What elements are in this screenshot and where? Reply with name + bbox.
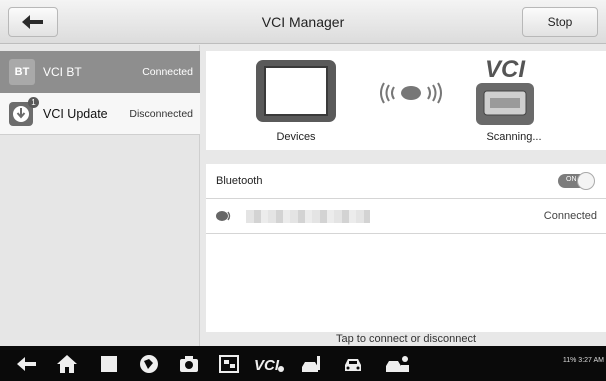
device-status: Connected bbox=[543, 210, 597, 222]
bluetooth-device-row[interactable]: Connected bbox=[206, 199, 606, 234]
scanning-label: Scanning... bbox=[486, 131, 542, 143]
devices-label: Devices bbox=[276, 131, 316, 143]
vci-device-icon: VCI bbox=[476, 56, 534, 125]
page-title: VCI Manager bbox=[261, 14, 345, 30]
sidebar-item-status: Connected bbox=[142, 66, 193, 78]
device-name-redacted bbox=[246, 210, 370, 223]
wireless-signal-icon bbox=[380, 82, 442, 104]
bluetooth-toggle[interactable]: ON bbox=[558, 172, 595, 190]
bt-badge: BT bbox=[9, 59, 35, 85]
bluetooth-label: Bluetooth bbox=[216, 175, 263, 187]
diagnostics-icon[interactable] bbox=[300, 353, 322, 375]
browser-icon[interactable] bbox=[138, 353, 160, 375]
stop-button[interactable]: Stop bbox=[522, 7, 598, 37]
sidebar-item-vci-bt[interactable]: BT VCI BT Connected bbox=[0, 51, 200, 93]
status-bar-info: 11% 3:27 AM bbox=[562, 357, 604, 364]
tablet-device-icon bbox=[256, 60, 336, 122]
car-icon[interactable] bbox=[342, 353, 364, 375]
system-navigation-bar: VCI 11% 3:27 AM bbox=[0, 346, 606, 381]
toggle-knob bbox=[577, 172, 595, 190]
bluetooth-row: Bluetooth ON bbox=[206, 164, 606, 199]
service-car-icon[interactable] bbox=[384, 353, 410, 375]
notification-badge: 1 bbox=[28, 97, 39, 108]
camera-icon[interactable] bbox=[178, 353, 200, 375]
home-icon[interactable] bbox=[56, 353, 78, 375]
sidebar-item-label: VCI Update bbox=[43, 106, 108, 121]
vci-text: VCI bbox=[485, 56, 526, 83]
vci-icon[interactable]: VCI bbox=[254, 353, 284, 375]
bluetooth-signal-icon bbox=[216, 211, 231, 221]
sidebar-item-vci-update[interactable]: 1 VCI Update Disconnected bbox=[0, 93, 200, 135]
screenshot-icon[interactable] bbox=[218, 353, 240, 375]
sidebar-item-status: Disconnected bbox=[129, 107, 193, 120]
toggle-text: ON bbox=[566, 176, 577, 183]
back-icon[interactable] bbox=[16, 353, 38, 375]
connection-panel: Devices VCI Scanning... bbox=[206, 51, 606, 150]
bluetooth-panel: Bluetooth ON Connected bbox=[206, 164, 606, 332]
hint-text: Tap to connect or disconnect bbox=[335, 333, 477, 345]
top-bar: VCI Manager Stop bbox=[0, 0, 606, 44]
sidebar: BT VCI BT Connected 1 VCI Update Disconn… bbox=[0, 45, 200, 346]
sidebar-item-label: VCI BT bbox=[43, 65, 82, 79]
recent-apps-icon[interactable] bbox=[98, 353, 120, 375]
svg-text:VCI: VCI bbox=[254, 357, 280, 374]
